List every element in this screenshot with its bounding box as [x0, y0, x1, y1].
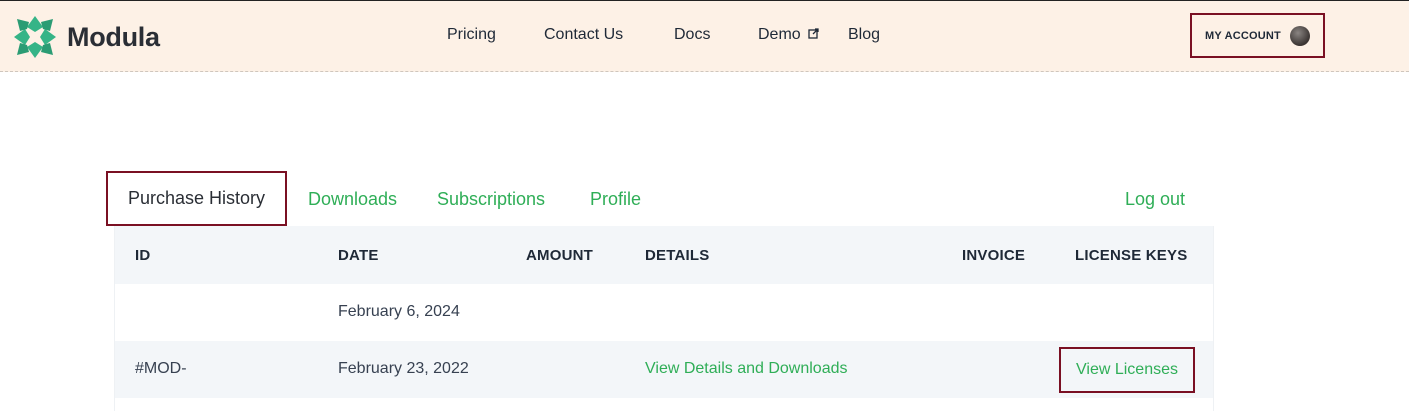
nav-demo-label: Demo — [758, 26, 801, 43]
table-row — [115, 398, 1213, 411]
brand-name: Modula — [67, 21, 160, 52]
cell-id: #MOD- — [135, 360, 187, 377]
col-date: DATE — [338, 247, 379, 264]
col-invoice: INVOICE — [962, 247, 1026, 264]
nav-docs[interactable]: Docs — [674, 26, 710, 44]
nav-pricing[interactable]: Pricing — [447, 26, 496, 44]
tab-purchase-history[interactable]: Purchase History — [106, 171, 287, 226]
col-details: DETAILS — [645, 247, 710, 264]
nav-contact-us[interactable]: Contact Us — [544, 26, 623, 44]
site-header: Modula Pricing Contact Us Docs Demo Blog… — [0, 0, 1409, 72]
col-amount: AMOUNT — [526, 247, 594, 264]
nav-blog[interactable]: Blog — [848, 26, 880, 44]
view-details-link[interactable]: View Details and Downloads — [645, 360, 847, 378]
table-header: ID DATE AMOUNT DETAILS INVOICE LICENSE K… — [115, 226, 1213, 284]
table-row: #MOD- February 23, 2022 View Details and… — [115, 341, 1213, 398]
my-account-button[interactable]: MY ACCOUNT — [1190, 13, 1325, 58]
nav-demo[interactable]: Demo — [758, 26, 819, 44]
table-row: February 6, 2024 — [115, 284, 1213, 341]
logo[interactable]: Modula — [13, 15, 160, 59]
view-licenses-link[interactable]: View Licenses — [1059, 347, 1195, 393]
purchase-history-table: ID DATE AMOUNT DETAILS INVOICE LICENSE K… — [114, 226, 1214, 411]
avatar — [1289, 25, 1310, 46]
cell-date: February 6, 2024 — [338, 303, 460, 320]
tab-profile[interactable]: Profile — [590, 189, 641, 210]
my-account-label: MY ACCOUNT — [1205, 29, 1281, 42]
logout-link[interactable]: Log out — [1125, 189, 1185, 210]
account-tabs: Purchase History Downloads Subscriptions… — [106, 171, 1214, 226]
col-id: ID — [135, 247, 151, 264]
modula-logo-icon — [14, 16, 56, 58]
tab-subscriptions[interactable]: Subscriptions — [437, 189, 545, 210]
tab-downloads[interactable]: Downloads — [308, 189, 397, 210]
external-link-icon — [808, 28, 819, 39]
cell-date: February 23, 2022 — [338, 360, 469, 377]
col-license-keys: LICENSE KEYS — [1075, 247, 1188, 264]
